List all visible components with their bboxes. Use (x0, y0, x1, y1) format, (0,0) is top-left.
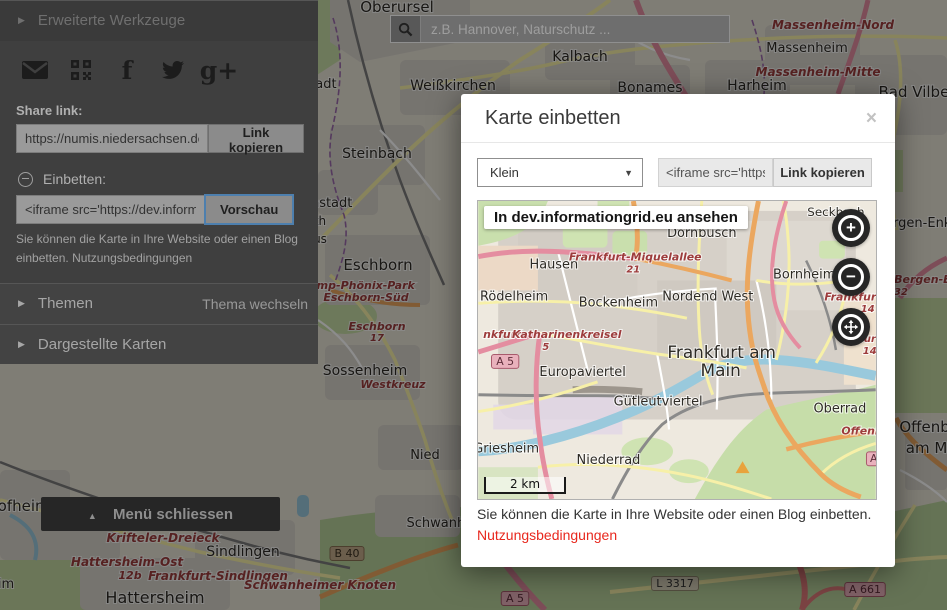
caret-right-icon: ▶ (18, 15, 25, 26)
collapse-minus-icon[interactable] (18, 172, 33, 187)
map-preview[interactable]: DornbuschSeckbachHausenFrankfurt-Miquela… (477, 200, 877, 500)
map-label: Bornheim (773, 267, 835, 282)
map-label: Nordend West (662, 289, 753, 304)
sidebar-item-erweiterte-werkzeuge[interactable]: ▶ Erweiterte Werkzeuge (0, 0, 318, 41)
map-label: Griesheim (478, 441, 539, 456)
share-link-input[interactable] (16, 124, 208, 153)
menu-close-button[interactable]: ▲ Menü schliessen (41, 497, 280, 531)
embed-label: Einbetten: (43, 171, 106, 187)
size-select-value: Klein (490, 165, 519, 180)
caret-right-icon: ▶ (18, 339, 25, 350)
preview-button[interactable]: Vorschau (205, 195, 293, 224)
map-label: Frankfurt-Miquelallee (569, 251, 702, 264)
caret-up-icon: ▲ (88, 511, 97, 521)
map-shield: A (866, 452, 876, 466)
map-shield: A 5 (491, 354, 518, 368)
dialog-help-text: Sie können die Karte in Ihre Website ode… (477, 506, 871, 522)
dialog-embed-code-input[interactable] (658, 158, 773, 187)
menu-item-label: Dargestellte Karten (38, 336, 166, 353)
embed-dialog: Karte einbetten × Klein ▼ Link kopieren (461, 94, 895, 567)
dialog-header: Karte einbetten × (461, 94, 895, 143)
map-label: 5 (542, 342, 549, 353)
scale-bar: 2 km (484, 477, 566, 494)
terms-link[interactable]: Nutzungsbedingungen (477, 527, 617, 543)
map-label: Bockenheim (579, 295, 658, 310)
map-label: Katharinenkreisel (512, 328, 622, 341)
map-label: Rödelheim (480, 289, 548, 304)
select-caret-icon: ▼ (624, 168, 633, 178)
map-label: 14 (863, 346, 876, 357)
map-label: Niederrad (577, 453, 641, 468)
map-label: 21 (626, 265, 640, 276)
minus-icon: − (846, 268, 856, 285)
menu-close-label: Menü schliessen (113, 506, 233, 523)
search-input[interactable] (421, 16, 729, 42)
copy-link-button[interactable]: Link kopieren (208, 124, 304, 153)
email-icon[interactable] (20, 57, 50, 83)
app: OberurselKalbachBonamesHarheimMassenheim… (0, 0, 947, 610)
svg-text:A 5: A 5 (496, 355, 514, 368)
map-label: Offenba (841, 424, 876, 437)
map-label: Oberrad (814, 402, 867, 417)
size-select[interactable]: Klein ▼ (477, 158, 643, 187)
sidebar-item-themen[interactable]: ▶ Themen Thema wechseln (0, 283, 318, 324)
embed-help-text: Sie können die Karte in Ihre Website ode… (0, 224, 318, 271)
plus-icon: + (846, 219, 856, 236)
svg-text:A: A (870, 452, 876, 465)
embed-map: DornbuschSeckbachHausenFrankfurt-Miquela… (478, 201, 876, 499)
sidebar-item-dargestellte-karten[interactable]: ▶ Dargestellte Karten (0, 324, 318, 365)
embed-code-input[interactable] (16, 195, 205, 224)
pan-button[interactable] (832, 308, 870, 346)
qr-code-icon[interactable] (66, 57, 96, 83)
share-icon-row: f g+ (0, 41, 318, 93)
zoom-in-button[interactable]: + (832, 209, 870, 247)
search-icon[interactable] (391, 16, 421, 42)
thema-wechseln-link[interactable]: Thema wechseln (202, 296, 308, 312)
share-section: f g+ Share link: Link kopieren Einbetten… (0, 41, 318, 283)
twitter-icon[interactable] (158, 57, 188, 83)
map-label: Europaviertel (539, 365, 625, 380)
map-label: Main (701, 360, 741, 380)
move-icon (843, 319, 859, 335)
view-on-host-banner[interactable]: In dev.informationgrid.eu ansehen (484, 206, 748, 229)
search-bar (390, 15, 730, 43)
embed-terms-link[interactable]: Nutzungsbedingungen (72, 251, 192, 265)
dialog-controls: Klein ▼ Link kopieren (461, 158, 895, 188)
googleplus-icon[interactable]: g+ (204, 57, 234, 83)
menu-item-label: Erweiterte Werkzeuge (38, 12, 185, 29)
dialog-copy-link-button[interactable]: Link kopieren (773, 158, 872, 187)
zoom-out-button[interactable]: − (832, 258, 870, 296)
dialog-title: Karte einbetten (485, 107, 621, 130)
share-sidebar: ▼ Teilen (0, 0, 318, 364)
close-icon[interactable]: × (866, 109, 877, 128)
share-link-label: Share link: (0, 93, 318, 124)
facebook-icon[interactable]: f (112, 57, 142, 83)
map-label: Gütleutviertel (614, 395, 703, 410)
menu-item-label: Themen (38, 295, 93, 312)
caret-right-icon: ▶ (18, 298, 25, 309)
sidebar-menu: ▶ Drucken ▶ Zeichnen & Messen auf der Ka… (0, 283, 318, 364)
